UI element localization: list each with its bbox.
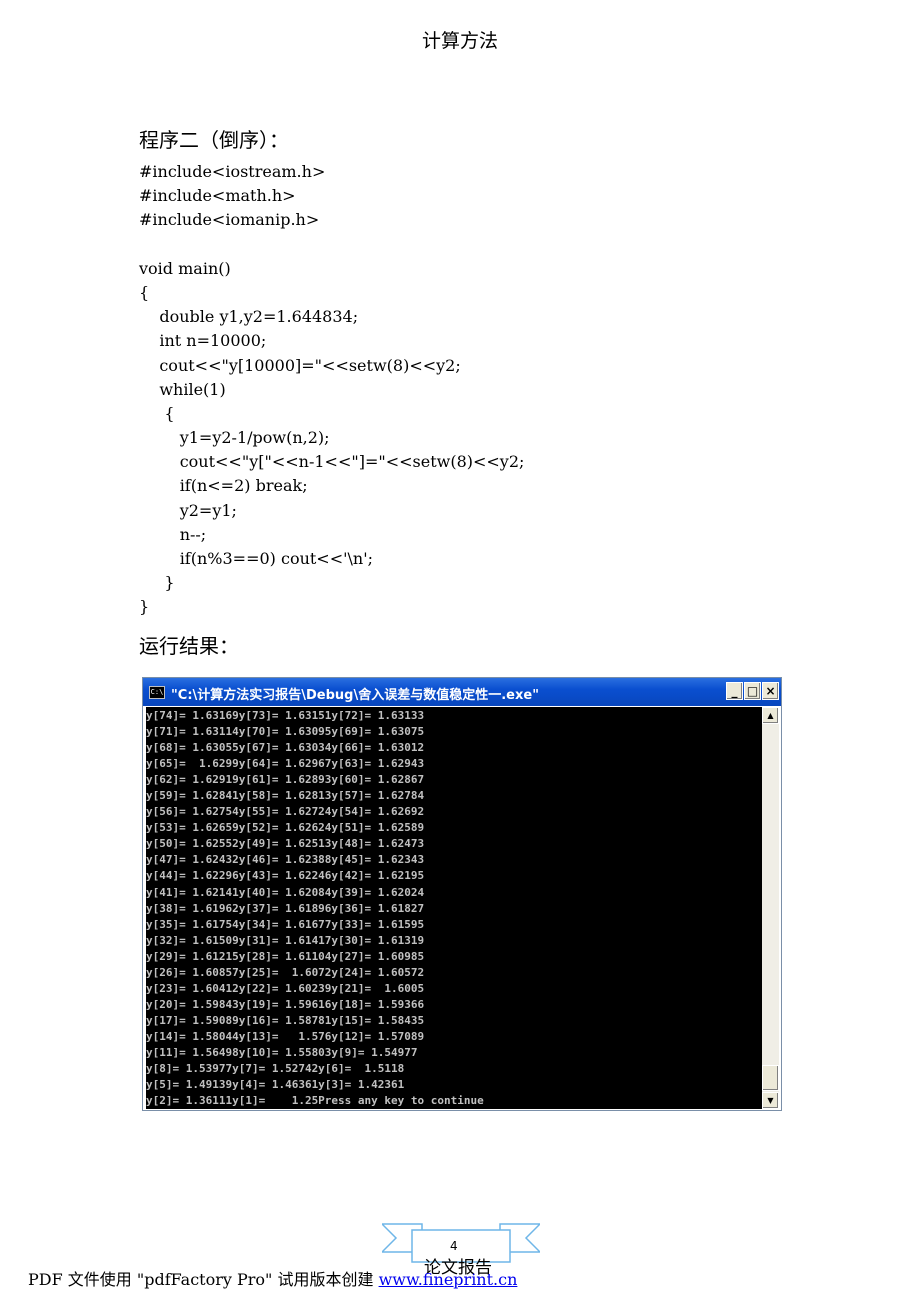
code-line: #include<iomanip.h> (139, 210, 320, 230)
console-line: y[29]= 1.61215y[28]= 1.61104y[27]= 1.609… (146, 949, 425, 963)
code-line: double y1,y2=1.644834; (139, 307, 359, 327)
fineprint-link[interactable]: www.fineprint.cn (379, 1270, 518, 1289)
code-line: if(n<=2) break; (139, 476, 308, 496)
page-number: 4 (450, 1239, 458, 1253)
program-heading: 程序二（倒序）： (139, 128, 289, 152)
code-line: #include<iostream.h> (139, 162, 326, 181)
console-line: y[32]= 1.61509y[31]= 1.61417y[30]= 1.613… (146, 933, 425, 947)
code-line: if(n%3==0) cout<<'\n'; (139, 549, 373, 568)
console-line: y[35]= 1.61754y[34]= 1.61677y[33]= 1.615… (146, 917, 425, 931)
code-line: cout<<"y["<<n-1<<"]="<<setw(8)<<y2; (139, 452, 525, 472)
console-line: y[5]= 1.49139y[4]= 1.46361y[3]= 1.42361 (146, 1078, 405, 1092)
pdf-creator-notice: PDF 文件使用 "pdfFactory Pro" 试用版本创建 www.fin… (28, 1266, 517, 1290)
scroll-up-arrow-icon[interactable]: ▲ (762, 707, 779, 724)
console-line: y[2]= 1.36111y[1]= 1.25Press any key to … (146, 1094, 484, 1108)
results-heading: 运行结果： (139, 634, 239, 658)
console-line: y[41]= 1.62141y[40]= 1.62084y[39]= 1.620… (146, 885, 425, 899)
console-line: y[26]= 1.60857y[25]= 1.6072y[24]= 1.6057… (146, 965, 425, 979)
code-line: while(1) (139, 379, 226, 399)
code-line: y2=y1; (139, 500, 237, 520)
close-button[interactable]: × (762, 682, 779, 700)
code-line: { (139, 403, 175, 423)
console-line: y[59]= 1.62841y[58]= 1.62813y[57]= 1.627… (146, 789, 425, 803)
console-window: C:\ "C:\计算方法实习报告\Debug\舍入误差与数值稳定性一.exe" … (142, 677, 782, 1111)
console-line: y[20]= 1.59843y[19]= 1.59616y[18]= 1.593… (146, 997, 425, 1011)
console-line: y[68]= 1.63055y[67]= 1.63034y[66]= 1.630… (146, 741, 425, 755)
code-line: { (139, 282, 150, 302)
code-line: int n=10000; (139, 331, 267, 351)
pdf-notice-text: PDF 文件使用 "pdfFactory Pro" 试用版本创建 (28, 1270, 379, 1289)
console-line: y[23]= 1.60412y[22]= 1.60239y[21]= 1.600… (146, 981, 425, 995)
console-line: y[8]= 1.53977y[7]= 1.52742y[6]= 1.5118 (146, 1062, 405, 1076)
console-window-title: "C:\计算方法实习报告\Debug\舍入误差与数值稳定性一.exe" (171, 688, 539, 703)
console-line: y[11]= 1.56498y[10]= 1.55803y[9]= 1.5497… (146, 1045, 418, 1059)
console-app-icon[interactable]: C:\ (149, 686, 165, 699)
console-line: y[71]= 1.63114y[70]= 1.63095y[69]= 1.630… (146, 725, 425, 739)
console-line: y[62]= 1.62919y[61]= 1.62893y[60]= 1.628… (146, 773, 425, 787)
console-output: y[74]= 1.63169y[73]= 1.63151y[72]= 1.631… (146, 707, 762, 1109)
vertical-scrollbar[interactable]: ▲ ▼ (762, 707, 779, 1109)
code-line: } (139, 573, 175, 593)
page-header-title: 计算方法 (421, 30, 498, 52)
scroll-down-arrow-icon[interactable]: ▼ (762, 1092, 779, 1109)
code-line: cout<<"y[10000]="<<setw(8)<<y2; (139, 355, 461, 375)
scroll-thumb[interactable] (762, 1065, 779, 1091)
code-line: n--; (139, 524, 207, 544)
console-line: y[38]= 1.61962y[37]= 1.61896y[36]= 1.618… (146, 901, 425, 915)
console-line: y[50]= 1.62552y[49]= 1.62513y[48]= 1.624… (146, 837, 425, 851)
console-line: y[44]= 1.62296y[43]= 1.62246y[42]= 1.621… (146, 869, 425, 883)
console-output-area[interactable]: y[74]= 1.63169y[73]= 1.63151y[72]= 1.631… (146, 707, 762, 1109)
console-line: y[74]= 1.63169y[73]= 1.63151y[72]= 1.631… (146, 709, 425, 722)
code-listing: #include<iostream.h> #include<math.h> #inc… (139, 160, 524, 620)
console-line: y[17]= 1.59089y[16]= 1.58781y[15]= 1.584… (146, 1013, 425, 1027)
console-line: y[65]= 1.6299y[64]= 1.62967y[63]= 1.6294… (146, 757, 425, 771)
code-line: } (139, 597, 150, 617)
console-line: y[56]= 1.62754y[55]= 1.62724y[54]= 1.626… (146, 805, 425, 819)
maximize-button[interactable]: □ (744, 682, 761, 700)
console-line: y[53]= 1.62659y[52]= 1.62624y[51]= 1.625… (146, 821, 425, 835)
code-line: #include<math.h> (139, 186, 296, 206)
console-line: y[47]= 1.62432y[46]= 1.62388y[45]= 1.623… (146, 853, 425, 867)
console-titlebar[interactable]: C:\ "C:\计算方法实习报告\Debug\舍入误差与数值稳定性一.exe" … (143, 678, 781, 706)
code-line: y1=y2-1/pow(n,2); (139, 428, 330, 448)
minimize-button[interactable]: _ (726, 682, 743, 700)
code-line: void main() (139, 258, 231, 278)
console-line: y[14]= 1.58044y[13]= 1.576y[12]= 1.57089 (146, 1029, 425, 1043)
